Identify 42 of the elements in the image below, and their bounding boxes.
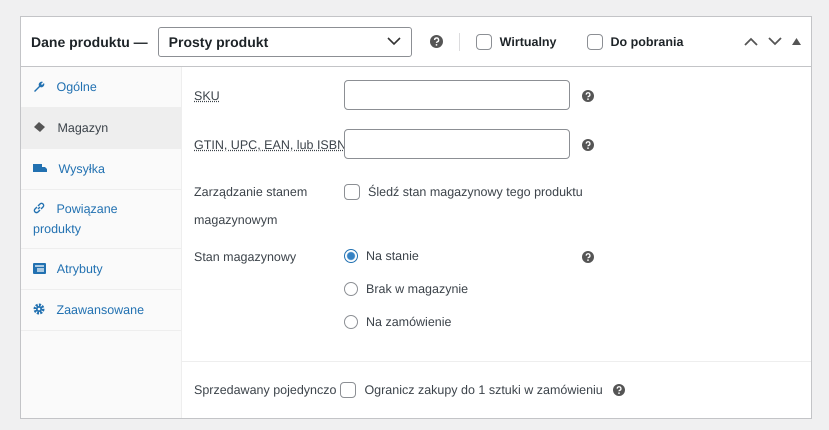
sidebar-tab[interactable]: Wysyłka — [21, 149, 181, 190]
checkbox-label: Wirtualny — [500, 34, 557, 48]
list-icon — [33, 263, 46, 274]
field-label: Stan magazynowy — [194, 249, 298, 266]
product-type-select[interactable]: Prosty produkt — [158, 26, 412, 56]
sidebar-tab[interactable]: Powiązane produkty — [21, 190, 181, 249]
checkbox[interactable] — [344, 184, 360, 200]
sidebar-tab[interactable]: Magazyn — [21, 108, 181, 149]
help-icon[interactable] — [582, 90, 594, 102]
checkbox-label: Ogranicz zakupy do 1 sztuki w zamówieniu — [364, 383, 603, 397]
help-icon[interactable] — [430, 35, 443, 48]
gear-icon — [33, 303, 45, 315]
radio-button[interactable] — [344, 315, 358, 329]
checkbox[interactable] — [340, 382, 356, 398]
link-icon — [33, 202, 45, 214]
help-icon[interactable] — [612, 384, 625, 396]
field-label: SKU — [194, 88, 221, 105]
wrench-icon — [33, 80, 45, 92]
radio-button[interactable] — [344, 282, 358, 296]
collapse-icon[interactable] — [792, 38, 801, 45]
checkbox-label: Śledź stan magazynowy tego produktu — [368, 185, 583, 199]
sidebar-tab[interactable]: Zaawansowane — [21, 290, 181, 331]
input-field[interactable] — [344, 129, 570, 159]
tag-icon — [33, 121, 46, 133]
downloadable-checkbox[interactable] — [586, 34, 603, 50]
sidebar-tab[interactable]: Atrybuty — [21, 249, 181, 290]
radio-label: Na zamówienie — [366, 315, 452, 329]
radio-label: Na stanie — [366, 249, 419, 263]
panel-title: Dane produktu — — [31, 34, 148, 50]
radio-button[interactable] — [344, 249, 358, 263]
checkbox-label: Do pobrania — [610, 34, 684, 48]
field-label: Zarządzanie stanem magazynowym — [194, 184, 308, 229]
truck-icon — [33, 163, 47, 174]
field-label: Sprzedawany pojedynczo — [194, 383, 336, 397]
input-field[interactable] — [344, 80, 570, 110]
help-icon[interactable] — [582, 139, 594, 151]
chevron-down-icon — [386, 37, 401, 46]
radio-label: Brak w magazynie — [366, 282, 468, 296]
virtual-checkbox[interactable] — [476, 34, 492, 50]
move-up-icon[interactable] — [744, 37, 758, 46]
move-down-icon[interactable] — [768, 37, 782, 46]
help-icon[interactable] — [582, 251, 594, 263]
